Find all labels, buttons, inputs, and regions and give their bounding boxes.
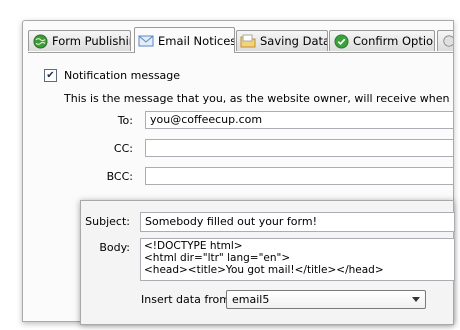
bcc-input[interactable]: [145, 167, 453, 185]
chevron-down-icon: [412, 297, 420, 302]
cc-label: CC:: [113, 142, 133, 155]
tab-label: Saving Data: [260, 34, 328, 48]
body-label: Body:: [99, 241, 130, 254]
insert-data-value: email5: [232, 293, 270, 306]
to-input[interactable]: you@coffeecup.com: [145, 111, 453, 129]
tab-more[interactable]: [437, 30, 453, 51]
folder-icon: [240, 33, 256, 49]
tab-form-publishing[interactable]: Form Publishing: [28, 30, 131, 51]
insert-data-label: Insert data from:: [141, 293, 234, 306]
tab-confirm-options[interactable]: Confirm Options: [329, 30, 435, 51]
tab-label: Confirm Options: [353, 34, 434, 48]
tab-saving-data[interactable]: Saving Data: [236, 30, 328, 51]
bcc-label: BCC:: [106, 170, 133, 183]
message-panel: Subject: Somebody filled out your form! …: [80, 200, 455, 325]
tab-overflow-icon: [441, 33, 453, 49]
subject-label: Subject:: [85, 215, 130, 228]
tab-label: Form Publishing: [52, 34, 130, 48]
tab-email-notices[interactable]: Email Notices: [134, 27, 235, 53]
cc-input[interactable]: [145, 139, 453, 157]
notification-checkbox-row[interactable]: ✔ Notification message: [44, 69, 180, 82]
body-textarea[interactable]: <!DOCTYPE html> <html dir="ltr" lang="en…: [140, 238, 455, 281]
notification-checkbox[interactable]: ✔: [44, 69, 57, 82]
globe-icon: [32, 33, 48, 49]
subject-input[interactable]: Somebody filled out your form!: [140, 212, 455, 232]
check-circle-icon: [333, 33, 349, 49]
envelope-icon: [138, 33, 154, 49]
to-label: To:: [117, 114, 133, 127]
tab-strip: Form Publishing Email Notices Saving Dat…: [28, 27, 453, 53]
notification-checkbox-label: Notification message: [64, 69, 181, 82]
insert-data-select[interactable]: email5: [226, 290, 426, 309]
tab-label: Email Notices: [158, 33, 235, 48]
notification-description: This is the message that you, as the web…: [64, 92, 453, 105]
